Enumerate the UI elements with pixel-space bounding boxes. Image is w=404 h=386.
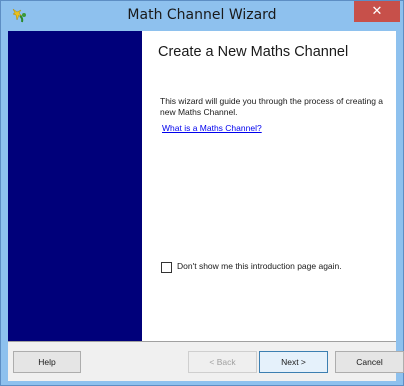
wizard-sidebar-banner: [8, 31, 142, 341]
footer-divider: [8, 341, 396, 342]
wizard-content-panel: Create a New Maths Channel This wizard w…: [142, 31, 396, 341]
page-heading: Create a New Maths Channel: [158, 44, 349, 60]
wizard-window: Math Channel Wizard ✕ Create a New Maths…: [0, 0, 404, 386]
what-is-maths-channel-link[interactable]: What is a Maths Channel?: [162, 123, 262, 133]
page-description: This wizard will guide you through the p…: [160, 96, 384, 117]
help-button[interactable]: Help: [13, 351, 81, 373]
back-button[interactable]: < Back: [188, 351, 257, 373]
title-bar[interactable]: Math Channel Wizard ✕: [1, 1, 403, 30]
window-title: Math Channel Wizard: [127, 7, 277, 23]
cancel-button[interactable]: Cancel: [335, 351, 404, 373]
dont-show-again-checkbox[interactable]: [161, 262, 172, 273]
close-button[interactable]: ✕: [354, 1, 400, 22]
next-button[interactable]: Next >: [259, 351, 328, 373]
wizard-client-area: Create a New Maths Channel This wizard w…: [8, 31, 404, 381]
dont-show-again-label[interactable]: Don't show me this introduction page aga…: [177, 261, 342, 271]
